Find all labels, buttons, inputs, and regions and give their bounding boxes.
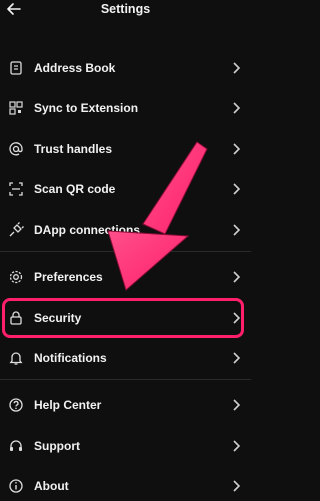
chevron-right-icon [231, 62, 241, 74]
menu-item-dapp-connections[interactable]: DApp connections [0, 215, 251, 245]
menu-item-label: Preferences [34, 270, 103, 284]
menu-item-trust-handles[interactable]: Trust handles [0, 134, 251, 164]
menu-item-label: Help Center [34, 398, 102, 412]
menu-item-label: Sync to Extension [34, 101, 139, 115]
help-icon [8, 397, 24, 413]
menu-item-label: Scan QR code [34, 182, 116, 196]
chevron-right-icon [231, 352, 241, 364]
chevron-right-icon [231, 440, 241, 452]
chevron-right-icon [231, 224, 241, 236]
gear-icon [8, 269, 24, 285]
menu-item-label: DApp connections [34, 223, 141, 237]
menu-item-sync-to-extension[interactable]: Sync to Extension [0, 93, 251, 123]
security-highlight-box [2, 298, 244, 338]
chevron-right-icon [231, 143, 241, 155]
plug-icon [8, 222, 24, 238]
chevron-right-icon [231, 271, 241, 283]
section-divider [0, 251, 251, 252]
menu-item-notifications[interactable]: Notifications [0, 343, 251, 373]
menu-item-scan-qr-code[interactable]: Scan QR code [0, 174, 251, 204]
header: Settings [0, 0, 251, 22]
menu-item-help-center[interactable]: Help Center [0, 390, 251, 420]
address-book-icon [8, 60, 24, 76]
menu-item-label: Address Book [34, 61, 116, 75]
chevron-right-icon [231, 399, 241, 411]
menu-item-preferences[interactable]: Preferences [0, 262, 251, 292]
scan-qr-icon [8, 181, 24, 197]
chevron-right-icon [231, 183, 241, 195]
page-title: Settings [100, 2, 151, 16]
at-sign-icon [8, 141, 24, 157]
chevron-right-icon [231, 102, 241, 114]
bell-icon [8, 350, 24, 366]
info-icon [8, 478, 24, 494]
menu-item-label: Trust handles [34, 142, 113, 156]
menu-item-support[interactable]: Support [0, 431, 251, 461]
section-divider [0, 379, 251, 380]
menu-item-label: Notifications [34, 351, 107, 365]
menu-item-label: About [34, 479, 69, 493]
menu-item-address-book[interactable]: Address Book [0, 53, 251, 83]
headset-icon [8, 438, 24, 454]
menu-item-label: Support [34, 439, 80, 453]
chevron-right-icon [231, 480, 241, 492]
qr-sync-icon [8, 100, 24, 116]
menu-item-about[interactable]: About [0, 471, 251, 501]
